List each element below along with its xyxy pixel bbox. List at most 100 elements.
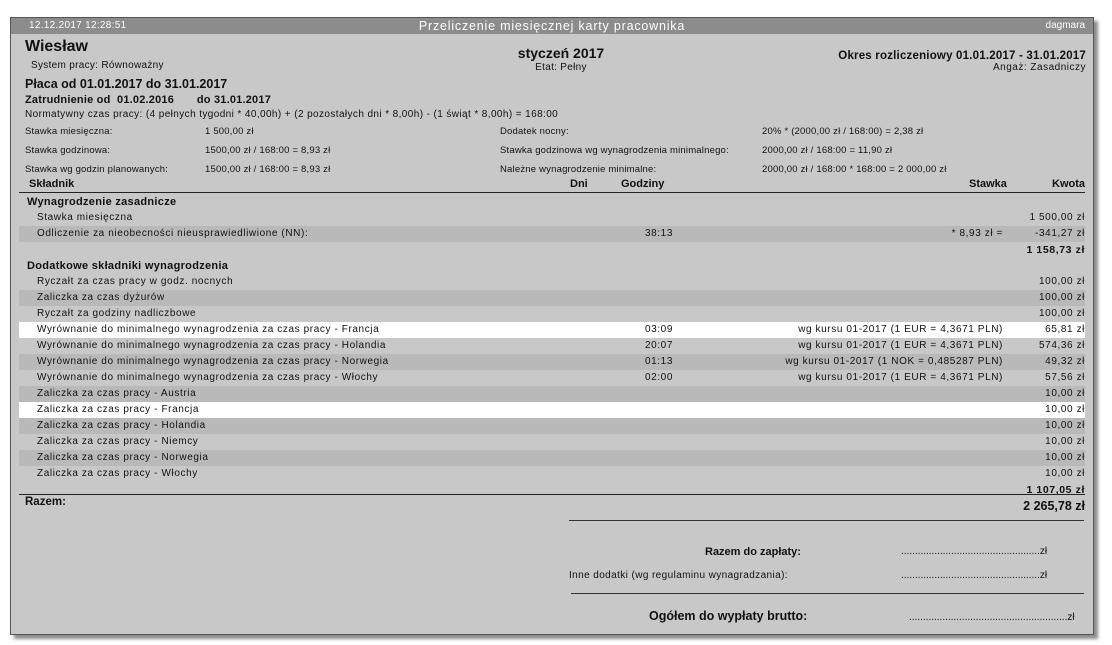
table-row[interactable]: Wyrównanie do minimalnego wynagrodzenia … <box>19 338 1085 354</box>
salary-period: Płaca od 01.01.2017 do 31.01.2017 <box>25 77 228 91</box>
row-amount: 100,00 zł <box>1039 276 1085 287</box>
monthly-rate-value: 1 500,00 zł <box>205 126 254 137</box>
row-rate: wg kursu 01-2017 (1 EUR = 4,3671 PLN) <box>798 324 1003 335</box>
section-header-base: Wynagrodzenie zasadnicze <box>19 194 1085 210</box>
row-name: Zaliczka za czas pracy - Włochy <box>37 468 198 479</box>
row-name: Zaliczka za czas pracy - Norwegia <box>37 452 209 463</box>
row-name: Stawka miesięczna <box>37 212 133 223</box>
row-name: Zaliczka za czas dyżurów <box>37 292 165 303</box>
planned-rate-label: Stawka wg godzin planowanych: <box>25 164 169 175</box>
min-due-label: Należne wynagrodzenie minimalne: <box>500 164 657 175</box>
table-row[interactable]: Ryczałt za czas pracy w godz. nocnych 10… <box>19 274 1085 290</box>
row-rate: wg kursu 01-2017 (1 EUR = 4,3671 PLN) <box>798 340 1003 351</box>
total-divider <box>19 494 1085 495</box>
row-name: Wyrównanie do minimalnego wynagrodzenia … <box>37 372 379 383</box>
row-amount: 100,00 zł <box>1039 308 1085 319</box>
salary-table: Wynagrodzenie zasadnicze Stawka miesięcz… <box>19 194 1085 498</box>
row-name: Wyrównanie do minimalnego wynagrodzenia … <box>37 340 387 351</box>
row-amount: 10,00 zł <box>1045 452 1085 463</box>
other-additions-label: Inne dodatki (wg regulaminu wynagradzani… <box>569 570 788 581</box>
row-name: Ryczałt za czas pracy w godz. nocnych <box>37 276 234 287</box>
row-amount: 10,00 zł <box>1045 468 1085 479</box>
row-name: Zaliczka za czas pracy - Holandia <box>37 420 206 431</box>
table-row[interactable]: Zaliczka za czas pracy - Holandia 10,00 … <box>19 418 1085 434</box>
gross-label: Ogółem do wypłaty brutto: <box>649 609 808 623</box>
summary-divider <box>569 520 1084 521</box>
col-days: Dni <box>570 178 588 190</box>
employment-period: Zatrudnienie od 01.02.2016 do 31.01.2017 <box>25 94 272 106</box>
title-bar: 12.12.2017 12:28:51 Przeliczenie miesięc… <box>11 18 1093 34</box>
total-label: Razem: <box>25 496 66 508</box>
row-amount: 1 500,00 zł <box>1029 212 1085 223</box>
min-hourly-value: 2000,00 zł / 168:00 = 11,90 zł <box>762 145 893 156</box>
col-amount: Kwota <box>1052 178 1085 190</box>
table-header: Składnik Dni Godziny Stawka Kwota <box>19 178 1085 193</box>
row-amount: 10,00 zł <box>1045 388 1085 399</box>
work-system: System pracy: Równoważny <box>31 60 164 71</box>
row-amount: 574,36 zł <box>1039 340 1085 351</box>
row-amount: 57,56 zł <box>1045 372 1085 383</box>
col-rate: Stawka <box>969 178 1007 190</box>
hourly-rate-label: Stawka godzinowa: <box>25 145 111 156</box>
row-name: Ryczałt za godziny nadliczbowe <box>37 308 197 319</box>
row-amount: 10,00 zł <box>1045 436 1085 447</box>
to-pay-field[interactable]: ........................................… <box>901 546 1047 557</box>
row-hours: 03:09 <box>644 324 674 335</box>
table-row[interactable]: Zaliczka za czas pracy - Niemcy 10,00 zł <box>19 434 1085 450</box>
row-name: Zaliczka za czas pracy - Austria <box>37 388 197 399</box>
planned-rate-value: 1500,00 zł / 168:00 = 8,93 zł <box>205 164 331 175</box>
etat-label: Etat: Pełny <box>535 62 587 73</box>
employee-name: Wiesław <box>25 38 88 55</box>
settlement-period: Okres rozliczeniowy 01.01.2017 - 31.01.2… <box>838 50 1086 62</box>
table-row[interactable]: Zaliczka za czas pracy - Austria 10,00 z… <box>19 386 1085 402</box>
table-row[interactable]: Odliczenie za nieobecności nieusprawiedl… <box>19 226 1085 242</box>
other-additions-field[interactable]: ........................................… <box>901 570 1047 581</box>
row-amount: 65,81 zł <box>1045 324 1085 335</box>
row-hours: 01:13 <box>644 356 674 367</box>
row-name: Wyrównanie do minimalnego wynagrodzenia … <box>37 324 380 335</box>
total-value: 2 265,78 zł <box>1023 499 1085 513</box>
table-row-selected[interactable]: Wyrównanie do minimalnego wynagrodzenia … <box>19 322 1085 338</box>
min-hourly-label: Stawka godzinowa wg wynagrodzenia minima… <box>500 145 729 156</box>
to-pay-label: Razem do zapłaty: <box>705 546 801 558</box>
night-bonus-label: Dodatek nocny: <box>500 126 569 137</box>
section-title: Dodatkowe składniki wynagrodzenia <box>27 260 229 272</box>
min-due-value: 2000,00 zł / 168:00 * 168:00 = 2 000,00 … <box>762 164 947 175</box>
engagement-label: Angaż: Zasadniczy <box>993 62 1086 73</box>
row-amount: 100,00 zł <box>1039 292 1085 303</box>
table-row[interactable]: Zaliczka za czas pracy - Włochy 10,00 zł <box>19 466 1085 482</box>
payroll-window: 12.12.2017 12:28:51 Przeliczenie miesięc… <box>10 17 1094 635</box>
row-name: Wyrównanie do minimalnego wynagrodzenia … <box>37 356 389 367</box>
gross-field[interactable]: ........................................… <box>909 612 1075 623</box>
row-amount: 49,32 zł <box>1045 356 1085 367</box>
table-row[interactable]: Zaliczka za czas dyżurów 100,00 zł <box>19 290 1085 306</box>
row-amount: 10,00 zł <box>1045 404 1085 415</box>
table-row[interactable]: Ryczałt za godziny nadliczbowe 100,00 zł <box>19 306 1085 322</box>
row-amount: 10,00 zł <box>1045 420 1085 431</box>
month-title: styczeń 2017 <box>517 45 605 61</box>
table-row[interactable]: Stawka miesięczna 1 500,00 zł <box>19 210 1085 226</box>
hourly-rate-value: 1500,00 zł / 168:00 = 8,93 zł <box>205 145 331 156</box>
row-name: Odliczenie za nieobecności nieusprawiedl… <box>37 228 309 239</box>
row-name: Zaliczka za czas pracy - Francja <box>37 404 200 415</box>
row-rate: wg kursu 01-2017 (1 NOK = 0,485287 PLN) <box>785 356 1003 367</box>
row-hours: 20:07 <box>644 340 674 351</box>
table-row[interactable]: Wyrównanie do minimalnego wynagrodzenia … <box>19 354 1085 370</box>
table-row-selected[interactable]: Zaliczka za czas pracy - Francja 10,00 z… <box>19 402 1085 418</box>
table-row[interactable]: Zaliczka za czas pracy - Norwegia 10,00 … <box>19 450 1085 466</box>
user-label: dagmara <box>1045 20 1085 31</box>
row-rate: * 8,93 zł = <box>951 228 1003 239</box>
section-title: Wynagrodzenie zasadnicze <box>27 196 177 208</box>
row-hours: 02:00 <box>644 372 674 383</box>
normative-time: Normatywny czas pracy: (4 pełnych tygodn… <box>25 109 559 120</box>
night-bonus-value: 20% * (2000,00 zł / 168:00) = 2,38 zł <box>762 126 924 137</box>
subtotal-amount: 1 158,73 zł <box>1026 244 1085 256</box>
row-amount: -341,27 zł <box>1035 228 1085 239</box>
row-rate: wg kursu 01-2017 (1 EUR = 4,3671 PLN) <box>798 372 1003 383</box>
table-row[interactable]: Wyrównanie do minimalnego wynagrodzenia … <box>19 370 1085 386</box>
col-component: Składnik <box>29 178 75 190</box>
window-title: Przeliczenie miesięcznej karty pracownik… <box>418 19 686 33</box>
row-hours: 38:13 <box>644 228 674 239</box>
monthly-rate-label: Stawka miesięczna: <box>25 126 113 137</box>
row-name: Zaliczka za czas pracy - Niemcy <box>37 436 199 447</box>
